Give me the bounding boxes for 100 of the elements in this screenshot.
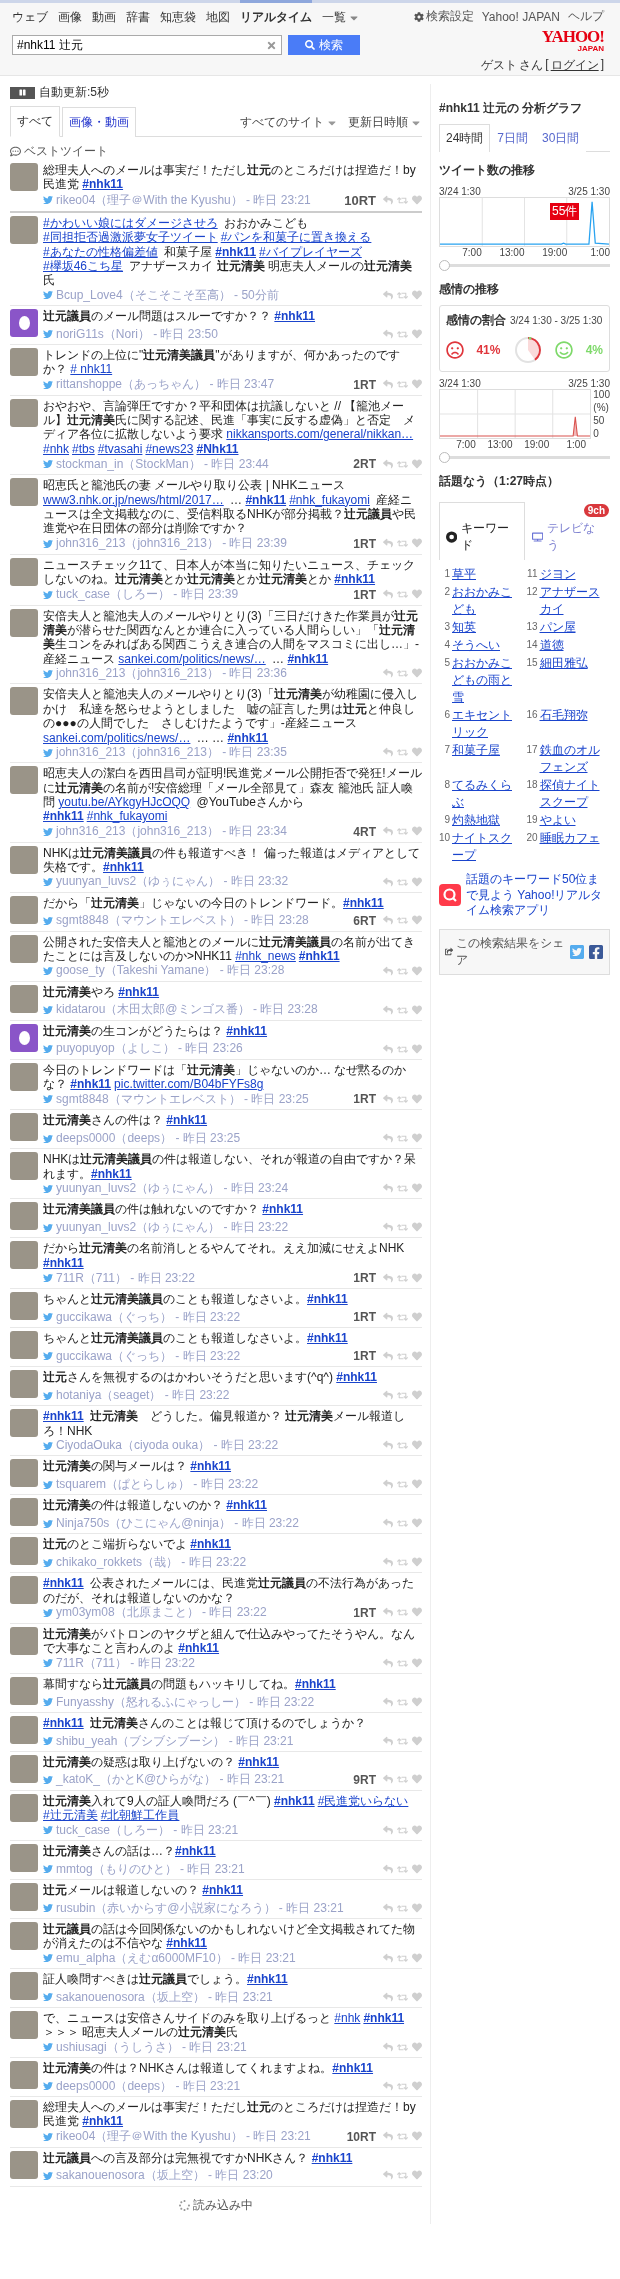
reply-icon[interactable]: [383, 2170, 393, 2181]
like-icon[interactable]: [412, 1774, 422, 1785]
keyword-link[interactable]: やよい: [539, 812, 576, 829]
link[interactable]: #nhk: [334, 2010, 361, 2025]
hashtag-link[interactable]: #nhk11: [91, 1166, 132, 1181]
like-icon[interactable]: [412, 1183, 422, 1194]
hashtag-link[interactable]: #nhk11: [43, 1576, 84, 1591]
filter-dropdown[interactable]: すべてのサイト: [240, 114, 338, 131]
nav-link[interactable]: ウェブ: [12, 0, 48, 26]
like-icon[interactable]: [412, 1390, 422, 1401]
retweet-icon[interactable]: [397, 589, 408, 601]
facebook-icon[interactable]: [588, 943, 604, 960]
hashtag-link[interactable]: #nhk11: [298, 949, 340, 964]
like-icon[interactable]: [412, 289, 422, 300]
retweet-icon[interactable]: [397, 1735, 408, 1747]
reply-icon[interactable]: [383, 1952, 393, 1963]
reply-icon[interactable]: [383, 2080, 393, 2091]
keyword-link[interactable]: おおかみこども: [452, 584, 523, 618]
reply-icon[interactable]: [383, 538, 393, 549]
retweet-icon[interactable]: [397, 1183, 408, 1195]
retweet-icon[interactable]: [397, 747, 408, 758]
retweet-icon[interactable]: [397, 1479, 408, 1490]
retweet-icon[interactable]: [397, 328, 408, 340]
like-icon[interactable]: [412, 1696, 422, 1707]
hashtag-link[interactable]: #nhk11: [190, 1537, 232, 1552]
nav-link[interactable]: 画像: [58, 0, 82, 26]
hashtag-link[interactable]: #nhk11: [202, 1882, 244, 1897]
link[interactable]: #nhk_news: [235, 949, 296, 964]
slider-handle[interactable]: [439, 260, 450, 271]
reply-icon[interactable]: [383, 328, 393, 339]
pause-button[interactable]: [10, 86, 35, 99]
keyword-link[interactable]: 草平: [452, 566, 476, 583]
retweet-icon[interactable]: [397, 2041, 408, 2053]
keyword-link[interactable]: そうへい: [452, 637, 500, 654]
like-icon[interactable]: [412, 2131, 422, 2142]
retweet-icon[interactable]: [397, 2080, 408, 2092]
reply-icon[interactable]: [383, 1440, 393, 1450]
link[interactable]: #北朝鮮工作員: [100, 1808, 180, 1823]
link[interactable]: #辻元清美: [43, 1808, 98, 1823]
clear-icon[interactable]: [266, 40, 277, 51]
reply-icon[interactable]: [383, 826, 393, 837]
hashtag-link[interactable]: #nhk11: [227, 730, 269, 745]
link[interactable]: #nhk_fukayomi: [289, 492, 370, 507]
hashtag-link[interactable]: #Nhk11: [196, 441, 239, 456]
hashtag-link[interactable]: #nhk11: [103, 860, 144, 875]
keyword-link[interactable]: 石毛翔弥: [539, 707, 588, 724]
like-icon[interactable]: [412, 379, 422, 390]
hashtag-link[interactable]: #nhk11: [334, 572, 376, 587]
reply-icon[interactable]: [383, 1696, 393, 1707]
nav-link[interactable]: 地図: [206, 0, 230, 26]
hashtag-link[interactable]: #nhk11: [43, 1409, 84, 1424]
reply-icon[interactable]: [383, 965, 393, 976]
hashtag-link[interactable]: #nhk11: [262, 1202, 304, 1217]
keyword-link[interactable]: アナザースカイ: [539, 584, 610, 618]
reply-icon[interactable]: [383, 876, 393, 887]
like-icon[interactable]: [412, 1479, 422, 1489]
reply-icon[interactable]: [383, 589, 393, 600]
reply-icon[interactable]: [383, 1774, 393, 1785]
retweet-icon[interactable]: [397, 1518, 408, 1529]
hashtag-link[interactable]: #nhk11: [226, 1498, 268, 1513]
hashtag-link[interactable]: #nhk11: [70, 1077, 112, 1091]
like-icon[interactable]: [412, 1824, 422, 1835]
link[interactable]: sankei.com/politics/news/…: [43, 730, 191, 745]
header-link[interactable]: Yahoo! JAPAN: [481, 8, 560, 25]
reply-icon[interactable]: [383, 1863, 393, 1874]
app-promo-link[interactable]: 話題のキーワード50位まで見よう Yahoo!リアルタイム検索アプリ: [466, 872, 610, 919]
nav-link[interactable]: 辞書: [126, 0, 150, 26]
reply-icon[interactable]: [383, 1043, 393, 1054]
link[interactable]: #nhk_fukayomi: [86, 809, 168, 824]
like-icon[interactable]: [412, 1440, 422, 1450]
hashtag-link[interactable]: #nhk11: [190, 1459, 232, 1474]
search-button[interactable]: 検索: [288, 35, 360, 55]
hashtag-link[interactable]: #nhk11: [311, 2150, 353, 2165]
header-link[interactable]: ヘルプ: [568, 8, 604, 25]
reply-icon[interactable]: [383, 458, 393, 469]
hashtag-link[interactable]: #nhk11: [166, 1113, 208, 1128]
retweet-icon[interactable]: [397, 194, 408, 206]
hashtag-link[interactable]: #nhk11: [166, 1936, 208, 1951]
like-icon[interactable]: [412, 589, 422, 600]
hashtag-link[interactable]: #nhk11: [363, 2010, 405, 2025]
reply-icon[interactable]: [383, 1272, 393, 1283]
slider-handle[interactable]: [439, 452, 450, 463]
like-icon[interactable]: [412, 1607, 422, 1618]
like-icon[interactable]: [412, 2170, 422, 2181]
like-icon[interactable]: [412, 747, 422, 757]
like-icon[interactable]: [412, 876, 422, 887]
retweet-icon[interactable]: [397, 1311, 408, 1323]
hashtag-link[interactable]: #nhk11: [287, 651, 329, 666]
retweet-icon[interactable]: [397, 1272, 408, 1284]
reply-icon[interactable]: [383, 1518, 393, 1528]
reply-icon[interactable]: [383, 1311, 393, 1322]
link[interactable]: #tbs: [72, 441, 95, 456]
link[interactable]: #nhk: [43, 441, 70, 456]
tab[interactable]: 画像・動画: [62, 107, 136, 137]
reply-icon[interactable]: [383, 2041, 393, 2052]
hashtag-link[interactable]: #nhk11: [343, 895, 384, 910]
reply-icon[interactable]: [383, 194, 393, 205]
like-icon[interactable]: [412, 915, 422, 926]
reply-icon[interactable]: [383, 1390, 393, 1401]
reply-icon[interactable]: [383, 915, 393, 926]
